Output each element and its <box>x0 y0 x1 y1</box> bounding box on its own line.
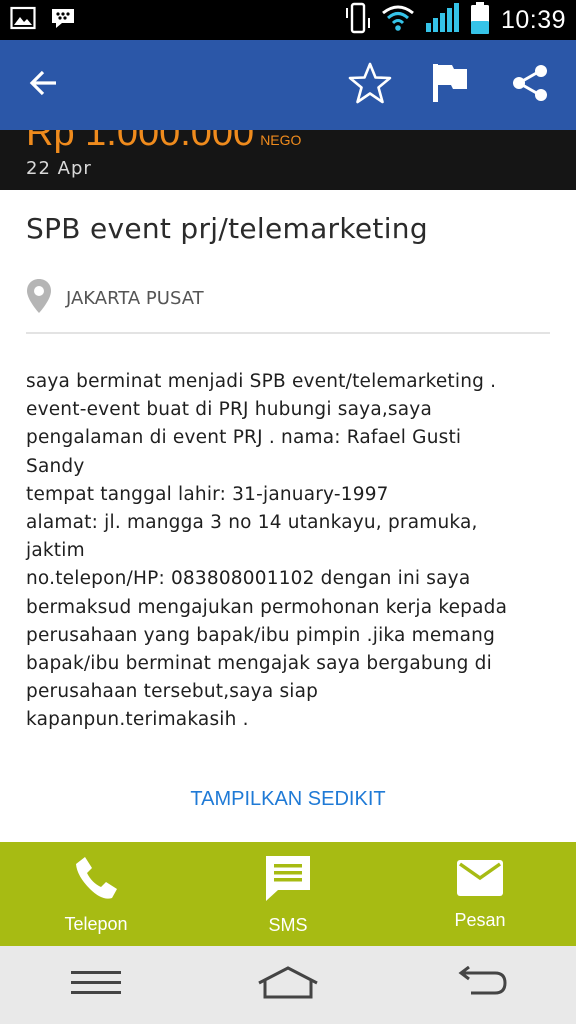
share-button[interactable] <box>504 59 556 111</box>
favorite-button[interactable] <box>344 59 396 111</box>
status-bar: 10:39 <box>0 0 576 40</box>
call-label: Telepon <box>64 913 128 934</box>
wifi-icon <box>381 4 415 36</box>
signal-icon <box>425 3 459 37</box>
divider <box>26 332 550 334</box>
battery-icon <box>469 1 491 39</box>
envelope-icon <box>455 858 505 902</box>
listing-date: 22 Apr <box>26 158 92 179</box>
back-icon <box>451 965 509 1004</box>
status-time: 10:39 <box>500 5 566 34</box>
message-button[interactable]: Pesan <box>384 842 576 946</box>
message-label: Pesan <box>454 909 506 930</box>
gallery-icon <box>10 6 36 34</box>
nav-back-button[interactable] <box>440 955 520 1015</box>
sms-button[interactable]: SMS <box>192 842 384 946</box>
flag-icon <box>430 62 470 108</box>
listing-description: saya berminat menjadi SPB event/telemark… <box>26 371 508 731</box>
home-icon <box>257 966 319 1004</box>
menu-button[interactable] <box>56 955 136 1015</box>
star-icon <box>348 62 392 108</box>
app-bar-actions <box>344 59 556 111</box>
back-button[interactable] <box>20 61 68 109</box>
status-left <box>10 6 76 34</box>
listing-content: SPB event prj/telemarketing JAKARTA PUSA… <box>0 190 576 842</box>
price-nego-tag: NEGO <box>260 132 302 148</box>
sms-label: SMS <box>268 914 308 935</box>
location-pin-icon <box>26 278 52 318</box>
home-button[interactable] <box>248 955 328 1015</box>
listing-title: SPB event prj/telemarketing <box>26 212 428 245</box>
app-bar <box>0 40 576 130</box>
location-label: JAKARTA PUSAT <box>66 287 204 309</box>
report-button[interactable] <box>424 59 476 111</box>
share-icon <box>510 63 550 107</box>
call-button[interactable]: Telepon <box>0 842 192 946</box>
phone-icon <box>72 854 120 906</box>
sms-icon <box>263 853 313 907</box>
contact-action-bar: Telepon SMS Pesan <box>0 842 576 946</box>
vibrate-icon <box>345 2 371 38</box>
back-arrow-icon <box>29 68 59 102</box>
screen: 10:39 Rp 1.000.000 NEGO 22 Apr SPB event… <box>0 0 576 1024</box>
status-right: 10:39 <box>345 1 566 39</box>
menu-icon <box>70 968 122 1002</box>
system-nav-bar <box>0 946 576 1024</box>
listing-location: JAKARTA PUSAT <box>26 278 204 318</box>
show-less-link[interactable]: TAMPILKAN SEDIKIT <box>0 788 576 811</box>
bbm-icon <box>50 6 76 34</box>
